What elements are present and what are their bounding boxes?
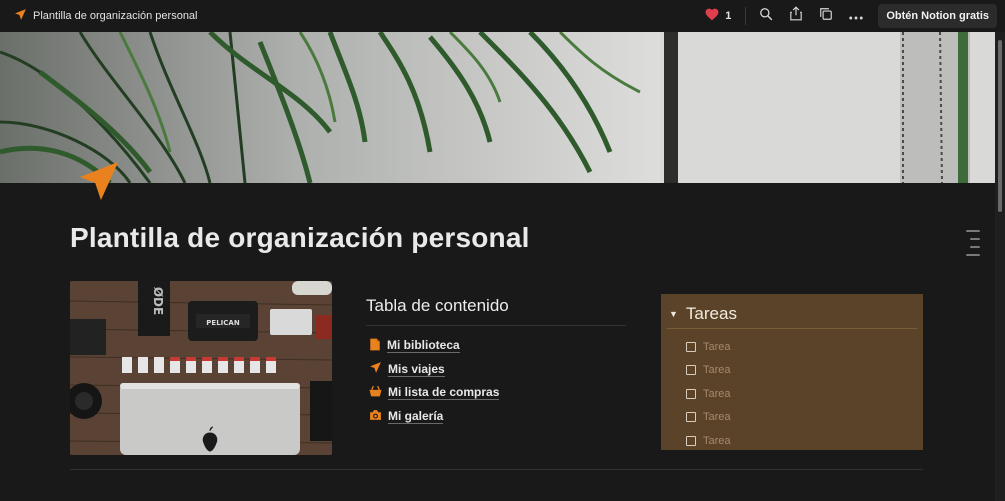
tasks-list: Tarea Tarea Tarea Tarea Tarea xyxy=(667,329,917,453)
duplicate-button[interactable] xyxy=(814,4,838,28)
toc-item-label: Mi biblioteca xyxy=(387,338,460,354)
task-label[interactable]: Tarea xyxy=(703,341,731,353)
task-label[interactable]: Tarea xyxy=(703,435,731,447)
toolbar-divider xyxy=(745,7,747,25)
share-icon xyxy=(789,6,803,26)
camera-icon xyxy=(369,409,382,424)
page-title: Plantilla de organización personal xyxy=(70,222,530,253)
task-label[interactable]: Tarea xyxy=(703,364,731,376)
search-button[interactable] xyxy=(754,4,778,28)
more-button[interactable] xyxy=(844,4,868,28)
task-item: Tarea xyxy=(686,382,917,406)
more-icon xyxy=(849,7,864,25)
toc-heading: Tabla de contenido xyxy=(366,296,626,326)
page-icon[interactable] xyxy=(76,158,122,209)
topbar-actions: 1 Obtén Notion gratis xyxy=(699,4,997,28)
svg-text:ØDE: ØDE xyxy=(151,287,165,315)
search-icon xyxy=(759,7,773,26)
get-notion-free-button[interactable]: Obtén Notion gratis xyxy=(878,4,997,28)
task-item: Tarea xyxy=(686,429,917,453)
content-divider xyxy=(70,469,923,470)
task-checkbox[interactable] xyxy=(686,341,696,352)
task-checkbox[interactable] xyxy=(686,435,696,446)
top-bar: Plantilla de organización personal 1 Obt… xyxy=(0,0,1005,32)
toc-item-galeria[interactable]: Mi galería xyxy=(369,405,626,429)
duplicate-icon xyxy=(819,7,833,26)
task-item: Tarea xyxy=(686,359,917,383)
tasks-heading: Tareas xyxy=(685,304,737,323)
toc-item-label: Mis viajes xyxy=(388,361,445,377)
toc-item-label: Mi galería xyxy=(388,408,444,424)
document-icon xyxy=(369,338,381,354)
task-item: Tarea xyxy=(686,335,917,359)
scrollbar[interactable] xyxy=(995,32,1005,501)
toc-item-biblioteca[interactable]: Mi biblioteca xyxy=(369,334,626,358)
task-checkbox[interactable] xyxy=(686,388,696,399)
like-button[interactable]: 1 xyxy=(699,8,737,24)
like-count: 1 xyxy=(725,10,732,22)
desk-photo: PELICAN ØDE xyxy=(70,281,332,455)
cover-image xyxy=(0,32,995,183)
toc-list: Mi biblioteca Mis viajes Mi lista de com… xyxy=(366,326,626,428)
task-item: Tarea xyxy=(686,406,917,430)
task-label[interactable]: Tarea xyxy=(703,411,731,423)
svg-text:PELICAN: PELICAN xyxy=(206,319,240,327)
share-button[interactable] xyxy=(784,4,808,28)
toc-item-viajes[interactable]: Mis viajes xyxy=(369,358,626,382)
toc-item-label: Mi lista de compras xyxy=(388,385,500,401)
heart-icon xyxy=(705,8,719,24)
scrollbar-thumb[interactable] xyxy=(998,40,1002,212)
basket-icon xyxy=(369,385,382,400)
task-checkbox[interactable] xyxy=(686,412,696,423)
page-outline[interactable] xyxy=(966,230,980,262)
breadcrumb-page-title: Plantilla de organización personal xyxy=(33,10,198,22)
tasks-toggle[interactable]: ▼ Tareas xyxy=(667,300,917,329)
toc-item-compras[interactable]: Mi lista de compras xyxy=(369,381,626,405)
task-label[interactable]: Tarea xyxy=(703,388,731,400)
table-of-contents: Tabla de contenido Mi biblioteca Mis via… xyxy=(366,296,626,428)
tasks-block: ▼ Tareas Tarea Tarea Tarea Tarea Tarea xyxy=(661,294,923,450)
paper-plane-icon xyxy=(76,161,122,208)
toggle-triangle-icon[interactable]: ▼ xyxy=(669,309,678,319)
paper-plane-icon xyxy=(369,361,382,377)
paper-plane-icon xyxy=(14,8,27,24)
task-checkbox[interactable] xyxy=(686,365,696,376)
breadcrumb[interactable]: Plantilla de organización personal xyxy=(14,8,198,24)
